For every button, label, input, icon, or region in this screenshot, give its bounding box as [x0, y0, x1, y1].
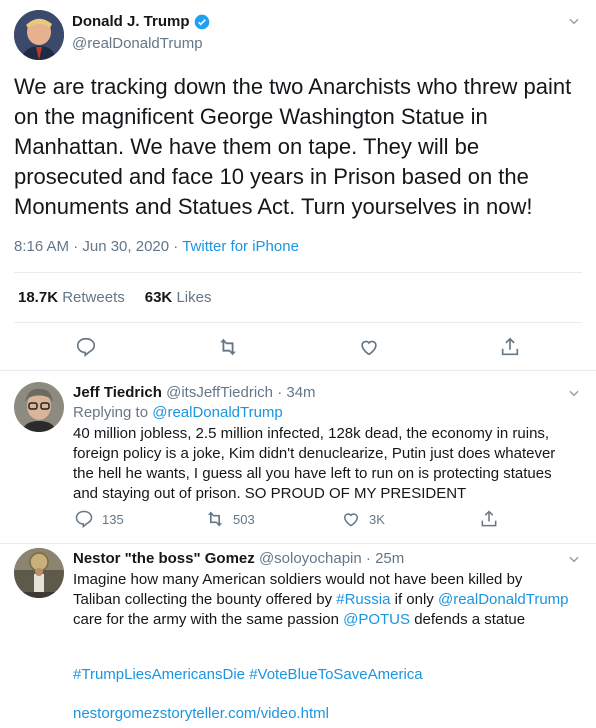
divider — [0, 370, 596, 371]
divider — [14, 322, 582, 323]
hashtag-link[interactable]: #VoteBlueToSaveAmerica — [249, 666, 422, 683]
author-name-text[interactable]: Donald J. Trump — [72, 13, 190, 30]
hashtags: #TrumpLiesAmericansDie #VoteBlueToSaveAm… — [73, 665, 423, 685]
replying-to-label: Replying to — [73, 404, 149, 421]
reply-action-reply[interactable]: 135 — [74, 509, 124, 529]
more-options-chevron-icon[interactable] — [567, 552, 581, 571]
reply-count: 135 — [102, 511, 124, 527]
reply-action-like[interactable]: 3K — [341, 509, 385, 529]
divider — [0, 543, 596, 544]
likes-stat[interactable]: 63K Likes — [145, 289, 212, 306]
reply-text-part: care for the army with the same passion — [73, 611, 344, 628]
retweet-count: 503 — [233, 511, 255, 527]
reply-action-share[interactable] — [479, 509, 499, 529]
likes-count: 63K — [144, 289, 173, 306]
replying-to: Replying to @realDonaldTrump — [73, 404, 283, 421]
reply-icon[interactable] — [75, 336, 97, 363]
tweet-source-link[interactable]: Twitter for iPhone — [182, 238, 299, 255]
reply-text-part: if only — [390, 591, 438, 608]
mention-link[interactable]: @POTUS — [343, 611, 410, 628]
reply-author-name[interactable]: Jeff Tiedrich — [73, 384, 162, 401]
like-icon[interactable] — [358, 336, 380, 363]
replying-to-handle-link[interactable]: @realDonaldTrump — [152, 404, 283, 421]
author-avatar[interactable] — [14, 10, 64, 60]
retweet-icon[interactable] — [217, 336, 239, 363]
reply-time[interactable]: · 34m — [277, 384, 315, 401]
mention-link[interactable]: @realDonaldTrump — [438, 591, 569, 608]
retweets-label: Retweets — [62, 289, 125, 306]
reply-header: Nestor "the boss" Gomez @soloyochapin · … — [73, 550, 404, 567]
retweets-count: 18.7K — [18, 289, 59, 306]
timestamp-text[interactable]: 8:16 AM · Jun 30, 2020 · — [14, 238, 178, 255]
likes-label: Likes — [176, 289, 212, 306]
reply-author-name[interactable]: Nestor "the boss" Gomez — [73, 550, 255, 567]
reply-header: Jeff Tiedrich @itsJeffTiedrich · 34m — [73, 384, 316, 401]
hashtag-link[interactable]: #Russia — [336, 591, 390, 608]
reply-author-handle[interactable]: @itsJeffTiedrich — [166, 384, 273, 401]
reply-author-handle[interactable]: @soloyochapin — [259, 550, 362, 567]
tweet-stats: 18.7K Retweets 63K Likes — [18, 289, 211, 306]
author-handle[interactable]: @realDonaldTrump — [72, 35, 203, 52]
share-icon — [481, 510, 497, 527]
more-options-chevron-icon[interactable] — [567, 14, 581, 33]
like-icon — [343, 513, 359, 527]
verified-badge-icon — [194, 14, 210, 30]
external-link[interactable]: nestorgomezstoryteller.com/video.html — [73, 704, 329, 724]
reply-text-part: defends a statue — [410, 611, 526, 628]
like-count: 3K — [369, 511, 385, 527]
reply-avatar[interactable] — [14, 548, 64, 598]
hashtag-link[interactable]: #TrumpLiesAmericansDie — [73, 666, 245, 683]
tweet-text: We are tracking down the two Anarchists … — [14, 74, 572, 219]
reply-action-retweet[interactable]: 503 — [205, 509, 255, 529]
retweet-icon — [207, 511, 223, 527]
tweet-timestamp: 8:16 AM · Jun 30, 2020 · Twitter for iPh… — [14, 238, 299, 255]
reply-avatar[interactable] — [14, 382, 64, 432]
reply-time[interactable]: · 25m — [366, 550, 404, 567]
more-options-chevron-icon[interactable] — [567, 386, 581, 405]
reply-text: Imagine how many American soldiers would… — [73, 570, 573, 630]
retweets-stat[interactable]: 18.7K Retweets — [18, 289, 125, 306]
reply-icon — [75, 510, 93, 529]
share-icon[interactable] — [499, 336, 521, 363]
divider — [14, 272, 582, 273]
reply-text: 40 million jobless, 2.5 million infected… — [73, 425, 556, 502]
author-name[interactable]: Donald J. Trump — [72, 13, 210, 30]
